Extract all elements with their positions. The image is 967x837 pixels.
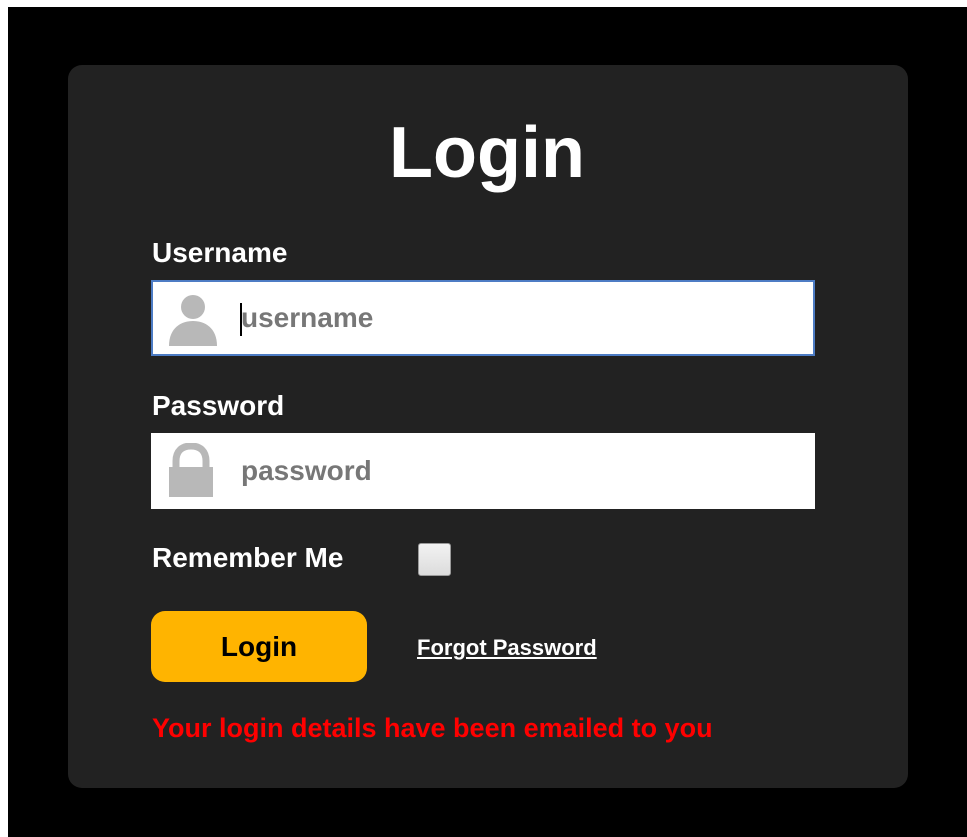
remember-me-checkbox[interactable] bbox=[418, 543, 451, 576]
page-title: Login bbox=[389, 113, 585, 193]
login-button[interactable]: Login bbox=[151, 611, 367, 682]
password-label: Password bbox=[152, 390, 285, 421]
lock-icon bbox=[169, 443, 213, 497]
user-icon bbox=[169, 295, 217, 346]
password-field[interactable] bbox=[151, 433, 815, 509]
username-field[interactable] bbox=[151, 280, 815, 356]
password-input[interactable] bbox=[241, 435, 801, 507]
remember-me-label: Remember Me bbox=[152, 542, 344, 573]
username-input[interactable] bbox=[241, 282, 801, 354]
username-label: Username bbox=[152, 237, 288, 268]
status-message: Your login details have been emailed to … bbox=[152, 713, 713, 743]
forgot-password-link[interactable]: Forgot Password bbox=[417, 634, 597, 662]
text-caret bbox=[240, 303, 242, 336]
